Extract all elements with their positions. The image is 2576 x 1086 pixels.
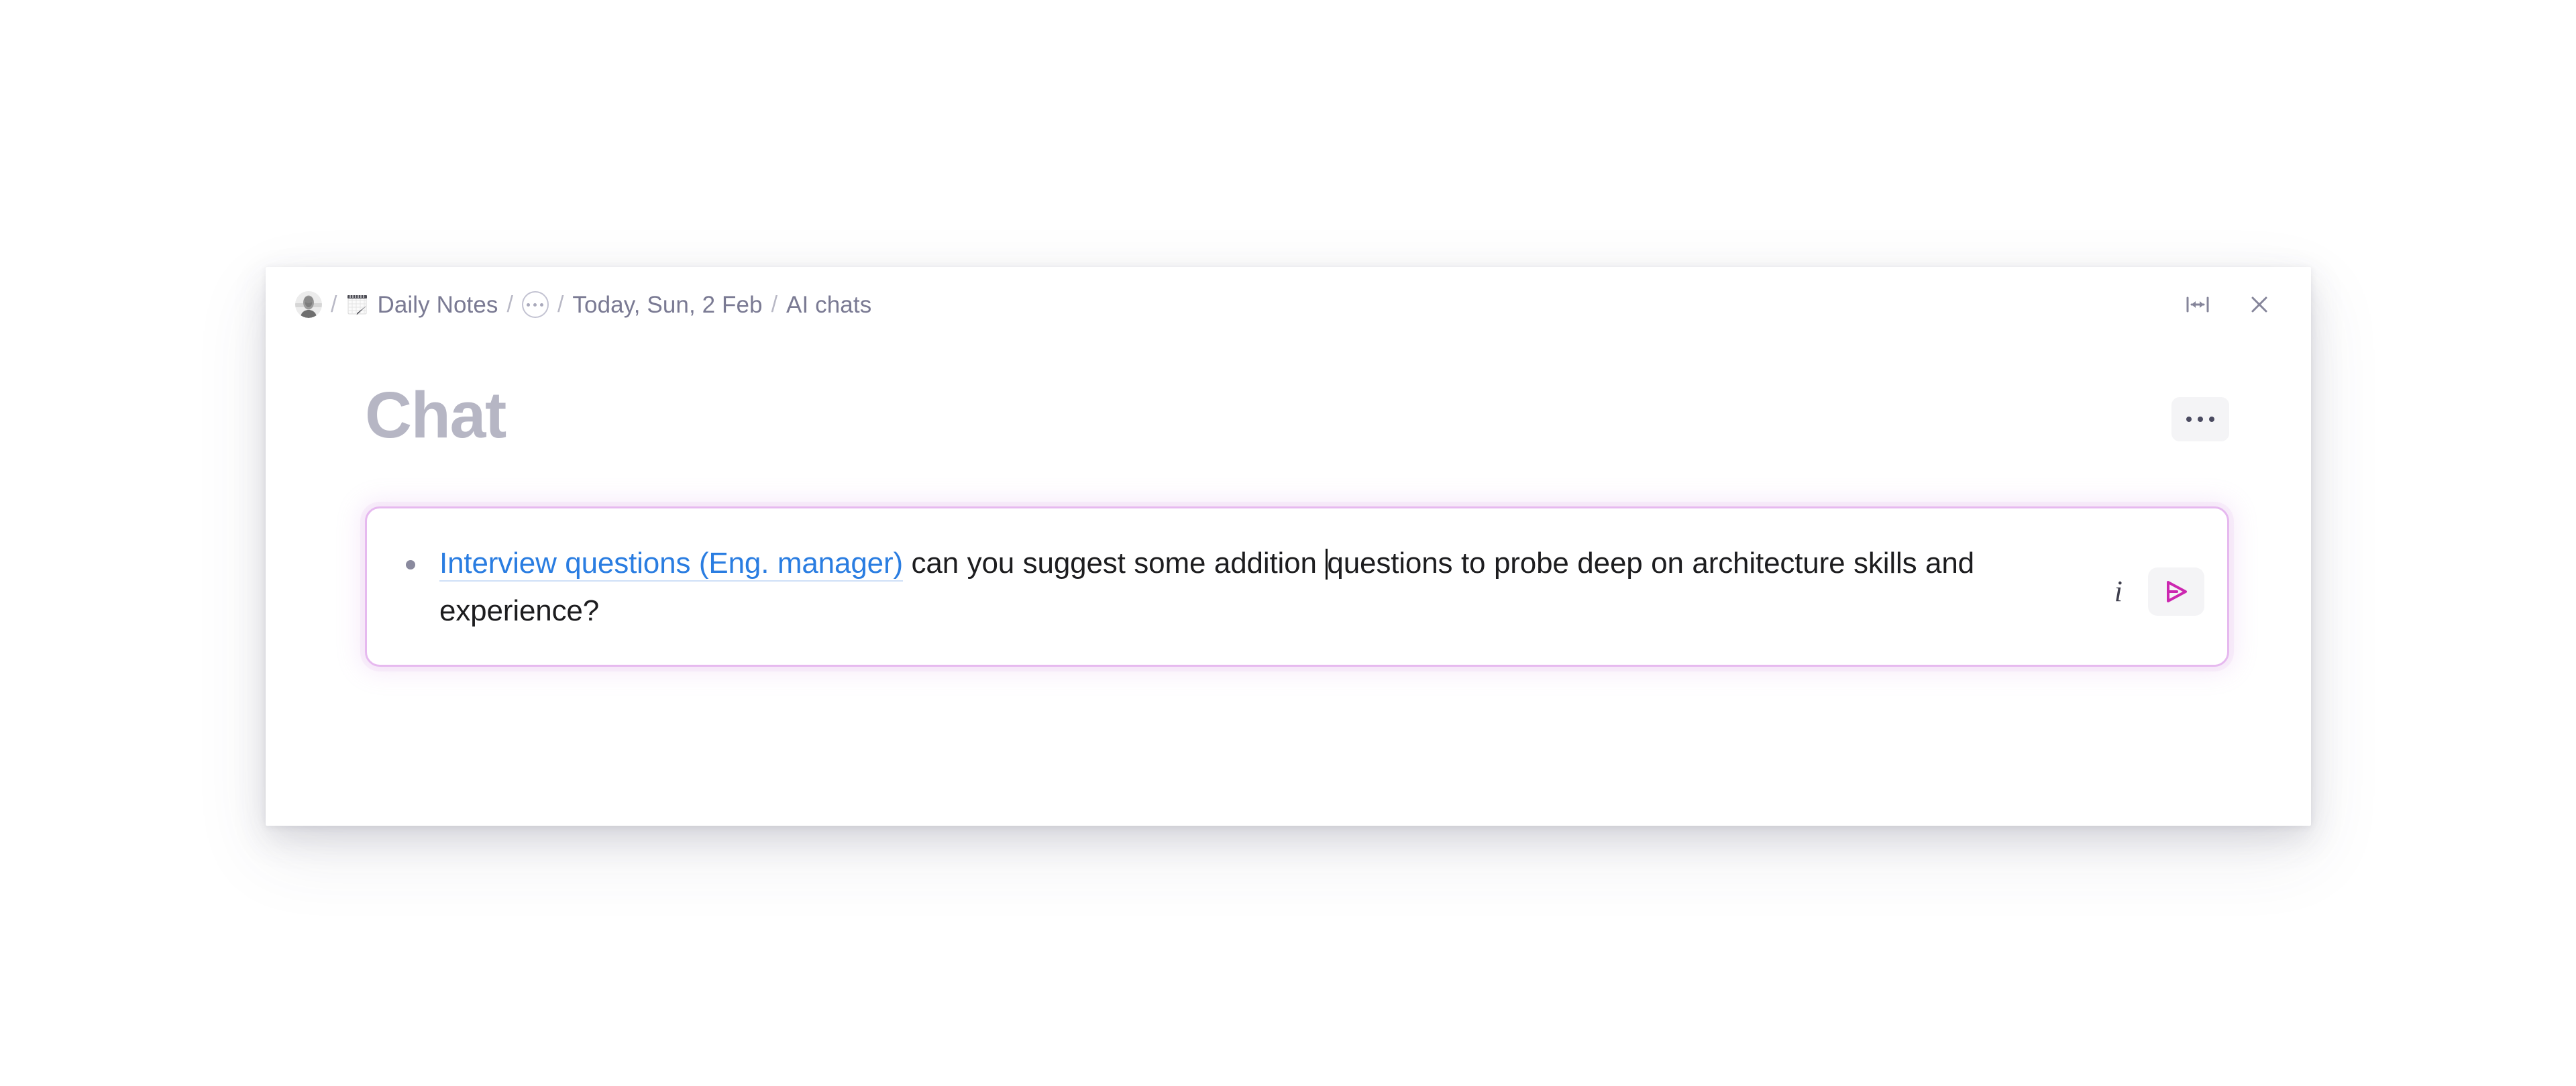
breadcrumb-label: AI chats xyxy=(786,291,872,318)
breadcrumb-label: Daily Notes xyxy=(377,291,498,318)
dot xyxy=(533,303,537,307)
composer-actions: i xyxy=(2097,567,2227,616)
resize-width-icon[interactable] xyxy=(2182,289,2213,320)
breadcrumb-label: Today, Sun, 2 Feb xyxy=(572,291,763,318)
breadcrumb-separator: / xyxy=(331,292,337,317)
breadcrumb: / Daily Notes / / Today, Sun, 2 Feb / AI… xyxy=(295,291,2182,318)
breadcrumb-separator: / xyxy=(557,292,564,317)
ellipsis-circle-icon[interactable] xyxy=(521,291,549,318)
info-icon[interactable]: i xyxy=(2114,577,2123,606)
breadcrumb-item-ai-chats[interactable]: AI chats xyxy=(786,293,871,317)
send-paper-plane-icon xyxy=(2167,581,2187,603)
composer-text-before-caret: can you suggest some addition xyxy=(902,547,1326,580)
send-button[interactable] xyxy=(2148,567,2204,616)
notepad-emoji-icon xyxy=(345,292,370,317)
document-body: Chat Interview questions (Eng. manager) … xyxy=(266,342,2311,826)
more-options-button[interactable] xyxy=(2171,397,2229,441)
user-avatar-icon[interactable] xyxy=(295,291,322,318)
chat-composer[interactable]: Interview questions (Eng. manager) can y… xyxy=(365,506,2229,667)
breadcrumb-item-daily-notes[interactable]: Daily Notes xyxy=(345,292,498,317)
bullet-icon xyxy=(406,560,415,569)
page-title: Chat xyxy=(365,378,506,451)
window-titlebar: / Daily Notes / / Today, Sun, 2 Feb / AI… xyxy=(266,267,2311,342)
bullet-list-item: Interview questions (Eng. manager) can y… xyxy=(406,539,2097,635)
breadcrumb-item-today[interactable]: Today, Sun, 2 Feb xyxy=(572,293,762,317)
dot xyxy=(527,303,531,307)
breadcrumb-separator: / xyxy=(771,292,778,317)
chat-window: / Daily Notes / / Today, Sun, 2 Feb / AI… xyxy=(266,267,2311,826)
page-reference-link[interactable]: Interview questions (Eng. manager) xyxy=(439,547,903,582)
dot xyxy=(2209,417,2214,422)
window-controls xyxy=(2182,289,2275,320)
screen-canvas: / Daily Notes / / Today, Sun, 2 Feb / AI… xyxy=(0,0,2576,1086)
document-header: Chat xyxy=(365,381,2229,455)
close-icon[interactable] xyxy=(2244,289,2275,320)
breadcrumb-separator: / xyxy=(506,292,513,317)
dot xyxy=(540,303,544,307)
dot xyxy=(2186,417,2192,422)
composer-text-content: Interview questions (Eng. manager) can y… xyxy=(439,539,2097,635)
dot xyxy=(2198,417,2203,422)
composer-input[interactable]: Interview questions (Eng. manager) can y… xyxy=(367,508,2097,665)
